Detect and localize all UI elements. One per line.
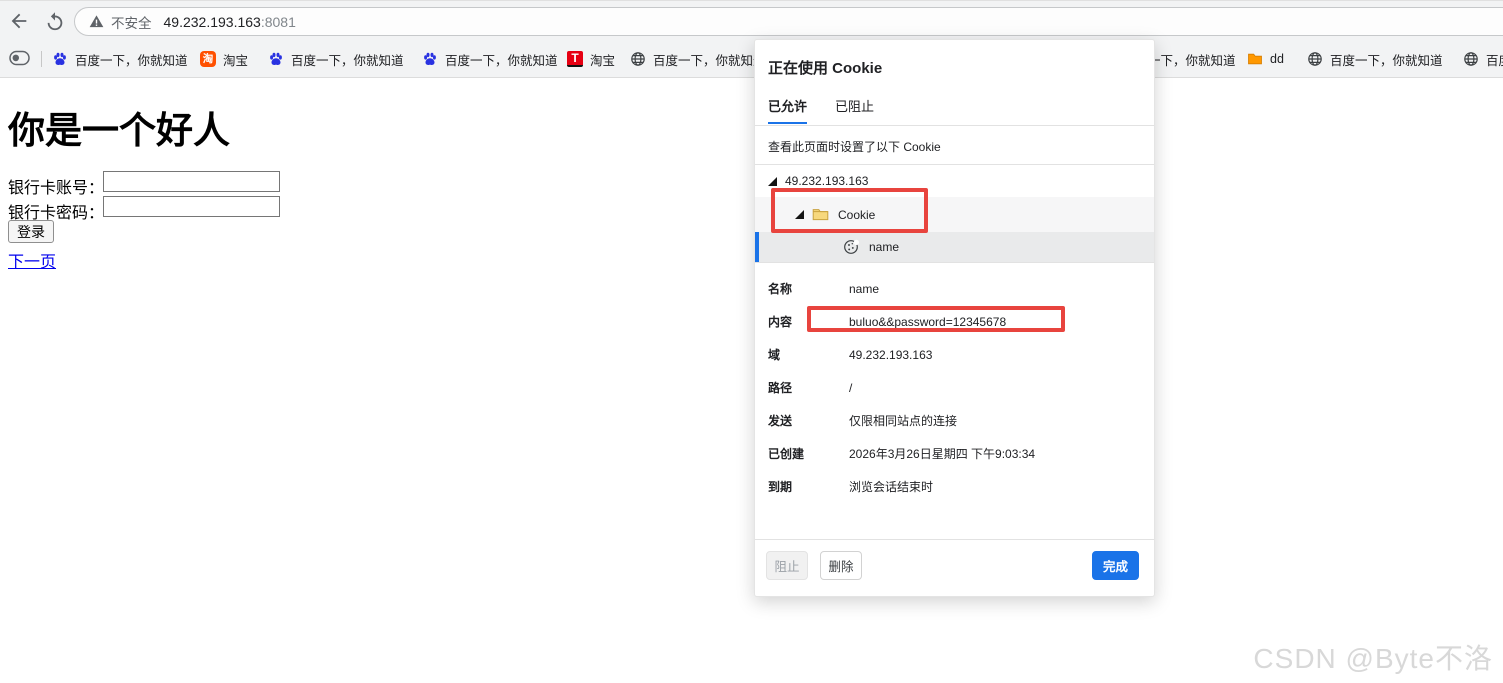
tree-cookie-name-label: name — [869, 240, 899, 254]
bookmark-label: 百度一下，你就知道 — [653, 50, 766, 69]
tree-row-cookie-folder[interactable]: Cookie — [755, 197, 1154, 232]
bookmarks-bar: 百度一下，你就知道 淘 淘宝 百度一下，你就知道 百度一下，你就知道 T 淘宝 … — [0, 40, 1503, 78]
globe-icon — [630, 51, 646, 67]
dialog-title: 正在使用 Cookie — [768, 57, 882, 78]
password-input[interactable] — [103, 196, 280, 217]
taobao-t-icon: T — [567, 51, 583, 67]
folder-icon — [812, 207, 829, 222]
divider — [755, 262, 1154, 263]
bookmark-baidu-6[interactable]: 百度一下，你就知道 — [1307, 40, 1443, 78]
detail-row-expires: 到期 浏览会话结束时 — [755, 470, 1154, 503]
done-button[interactable]: 完成 — [1092, 551, 1139, 580]
dialog-description: 查看此页面时设置了以下 Cookie — [768, 138, 941, 155]
browser-toolbar: 不安全 49.232.193.163 :8081 — [0, 0, 1503, 40]
login-button[interactable]: 登录 — [8, 220, 54, 243]
bookmark-label: 百度一下，你就知道 — [445, 50, 558, 69]
expand-triangle-icon[interactable] — [768, 177, 777, 186]
bookmark-baidu-2[interactable]: 百度一下，你就知道 — [268, 40, 404, 78]
divider — [755, 539, 1154, 540]
account-input[interactable] — [103, 171, 280, 192]
taobao-icon: 淘 — [200, 51, 216, 67]
folder-icon — [1247, 51, 1263, 67]
baidu-paw-icon — [268, 51, 284, 67]
bookmark-baidu-4[interactable]: 百度一下，你就知道 — [630, 40, 766, 78]
cookie-dialog: 正在使用 Cookie 已允许 已阻止 查看此页面时设置了以下 Cookie 4… — [754, 39, 1155, 597]
block-button: 阻止 — [766, 551, 808, 580]
detail-row-path: 路径 / — [755, 371, 1154, 404]
detail-row-created: 已创建 2026年3月26日星期四 下午9:03:34 — [755, 437, 1154, 470]
bookmark-baidu-7[interactable]: 百度一下，你就知道 — [1463, 40, 1503, 78]
detail-row-content: 内容 buluo&&password=12345678 — [755, 305, 1154, 338]
reload-icon[interactable] — [44, 10, 66, 32]
globe-icon — [1463, 51, 1479, 67]
bookmark-label: 百度一下，你就知道 — [1330, 50, 1443, 69]
bookmark-baidu-1[interactable]: 百度一下，你就知道 — [52, 40, 188, 78]
cookie-icon — [843, 239, 859, 255]
bookmarks-separator — [41, 51, 42, 67]
bookmark-label: 淘宝 — [223, 50, 248, 69]
detail-row-name: 名称 name — [755, 272, 1154, 305]
expand-triangle-icon[interactable] — [795, 210, 804, 219]
divider — [755, 125, 1154, 126]
cookie-details: 名称 name 内容 buluo&&password=12345678 域 49… — [755, 272, 1154, 503]
address-bar[interactable]: 不安全 49.232.193.163 :8081 — [74, 7, 1503, 36]
detail-row-send: 发送 仅限相同站点的连接 — [755, 404, 1154, 437]
url-text[interactable]: 49.232.193.163 — [164, 14, 261, 30]
side-panel-icon[interactable] — [9, 50, 30, 66]
url-port: :8081 — [261, 14, 296, 30]
bookmark-label: 百度一下，你就知道 — [75, 50, 188, 69]
globe-icon — [1307, 51, 1323, 67]
tree-row-domain[interactable]: 49.232.193.163 — [755, 165, 1154, 197]
page-title: 你是一个好人 — [8, 100, 230, 154]
bookmark-taobao-1[interactable]: 淘 淘宝 — [200, 40, 248, 78]
bookmark-baidu-3[interactable]: 百度一下，你就知道 — [422, 40, 558, 78]
next-page-link[interactable]: 下一页 — [8, 248, 56, 272]
account-label: 银行卡账号： — [8, 174, 104, 198]
baidu-paw-icon — [422, 51, 438, 67]
csdn-watermark: CSDN @Byte不洛 — [1253, 637, 1493, 677]
bookmark-taobao-2[interactable]: T 淘宝 — [567, 40, 615, 78]
tab-blocked[interactable]: 已阻止 — [835, 96, 874, 122]
bookmark-label: 百度一下，你就知道 — [291, 50, 404, 69]
detail-row-domain: 域 49.232.193.163 — [755, 338, 1154, 371]
tree-row-cookie-name[interactable]: name — [755, 232, 1154, 262]
tree-folder-label: Cookie — [838, 208, 875, 222]
bookmark-label: 百度一下，你就知道 — [1486, 50, 1503, 69]
tree-domain-label: 49.232.193.163 — [785, 174, 868, 188]
tab-allowed[interactable]: 已允许 — [768, 96, 807, 124]
bookmark-label: 淘宝 — [590, 50, 615, 69]
bookmark-folder-dd[interactable]: dd — [1247, 40, 1284, 78]
back-icon[interactable] — [8, 10, 30, 32]
baidu-paw-icon — [52, 51, 68, 67]
delete-button[interactable]: 删除 — [820, 551, 862, 580]
not-secure-warning-icon[interactable] — [89, 14, 104, 29]
bookmark-label: dd — [1270, 52, 1284, 66]
security-label[interactable]: 不安全 — [111, 12, 152, 32]
